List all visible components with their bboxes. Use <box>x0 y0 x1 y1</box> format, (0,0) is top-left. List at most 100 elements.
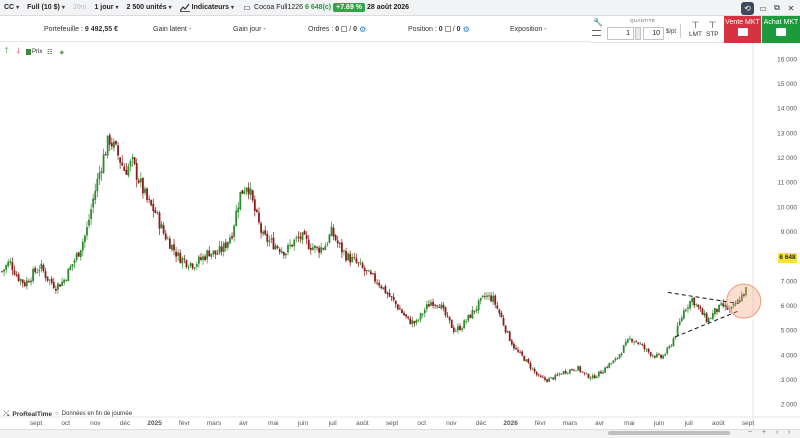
stp-label: STP <box>706 31 719 38</box>
zoom-in-icon[interactable]: + <box>762 429 766 436</box>
scroll-left-icon[interactable]: ‹ <box>776 429 778 436</box>
close-icon[interactable]: ✕ <box>786 3 796 13</box>
candle-body <box>597 371 600 377</box>
candle-body <box>229 237 231 244</box>
maximize-icon[interactable]: ⧉ <box>772 3 782 13</box>
chevron-down-icon: ▾ <box>231 5 235 11</box>
period-selector[interactable]: 1 jour ▾ <box>90 0 122 16</box>
candle-body <box>419 313 422 320</box>
candle-body <box>17 274 20 281</box>
candle-body <box>177 252 180 256</box>
candle-body <box>450 319 453 328</box>
scrollbar-thumb[interactable] <box>608 431 730 435</box>
candle-body <box>508 331 511 341</box>
candle-body <box>691 298 694 303</box>
quantity-input[interactable]: 1 <box>607 27 634 40</box>
size-input[interactable]: 10 <box>643 27 664 40</box>
day-gain-info: Gain jour - <box>233 16 266 42</box>
candle-body <box>461 328 463 330</box>
candle-body <box>369 271 372 274</box>
candle-body <box>378 282 381 286</box>
position-info[interactable]: Position : 0 / 0 ⚙ <box>408 16 470 42</box>
quantity-stepper[interactable] <box>635 27 641 40</box>
scroll-right-icon[interactable]: › <box>788 429 790 436</box>
candle-body <box>328 234 331 243</box>
instrument-info: ▭ Cocoa Full1226 6 648(c) +7.69 % 28 aoû… <box>238 0 413 16</box>
sell-market-button[interactable]: Vente MKT <box>724 16 761 43</box>
candle-body <box>46 276 49 281</box>
indicators-button[interactable]: Indicateurs ▾ <box>176 0 238 16</box>
lmt-button[interactable]: ⊤ LMT <box>689 20 702 38</box>
candle-body <box>415 320 418 323</box>
candle-body <box>575 370 577 372</box>
candle-body <box>376 282 379 284</box>
candle-body <box>191 263 194 269</box>
sync-icon[interactable]: ⟲ <box>741 1 754 15</box>
wrench-icon[interactable]: 🔧 <box>593 18 603 27</box>
candle-body <box>216 253 219 255</box>
candle-body <box>96 178 99 192</box>
candle-body <box>624 341 627 346</box>
candle-body <box>544 377 546 380</box>
position-value: 0 <box>438 25 443 33</box>
candle-body <box>28 281 30 283</box>
candle-body <box>714 308 716 314</box>
candle-body <box>477 300 480 310</box>
candle-body <box>231 236 233 239</box>
candle-body <box>88 219 90 226</box>
candle-body <box>135 162 138 180</box>
x-tick-label: 2025 <box>147 420 162 427</box>
x-tick-label: sept <box>30 420 42 427</box>
candle-body <box>361 263 364 268</box>
candle-body <box>645 348 648 350</box>
candle-body <box>465 321 468 322</box>
candle-body <box>1 271 3 273</box>
candle-body <box>160 224 163 229</box>
position-value-2: 0 <box>456 25 461 33</box>
candle-body <box>566 372 569 374</box>
candle-body <box>529 363 532 369</box>
candle-body <box>639 343 642 345</box>
candle-body <box>262 231 265 235</box>
last-price-tag: 6 648 <box>778 253 797 263</box>
candle-body <box>684 309 687 312</box>
candle-body <box>57 283 59 290</box>
candle-body <box>571 369 573 371</box>
candle-body <box>13 270 16 275</box>
candle-body <box>365 270 368 271</box>
candle-body <box>401 309 403 314</box>
gear-icon[interactable]: ⚙ <box>359 25 366 34</box>
candle-body <box>434 304 437 306</box>
x-tick-label: avr <box>595 420 605 427</box>
minimize-icon[interactable]: ▭ <box>758 3 768 13</box>
stp-button[interactable]: ⊤ STP <box>706 20 719 38</box>
y-tick-label: 14 000 <box>777 106 797 113</box>
prorealtime-logo-icon: ⤯ <box>3 409 10 418</box>
candle-body <box>610 363 613 364</box>
y-tick-label: 12 000 <box>777 155 797 162</box>
symbol-selector[interactable]: CC ▾ <box>0 0 23 16</box>
contract-selector[interactable]: Full (10 $) ▾ <box>23 0 69 16</box>
candle-body <box>347 253 349 261</box>
zoom-out-icon[interactable]: − <box>748 429 752 436</box>
candle-body <box>498 309 501 314</box>
gear-icon[interactable]: ⚙ <box>463 25 470 34</box>
units-selector[interactable]: 2 500 unités ▾ <box>123 0 176 16</box>
candle-body <box>44 271 47 278</box>
candle-body <box>322 248 325 250</box>
price-chart[interactable]: 16 000 15 000 14 000 13 000 12 000 11 000 10 0… <box>0 43 800 429</box>
highlight-circle <box>726 283 762 319</box>
buy-market-button[interactable]: Achat MKT <box>762 16 800 43</box>
lines-icon[interactable] <box>592 30 601 36</box>
candle-body <box>336 240 339 244</box>
latent-gain-value: - <box>188 25 192 33</box>
candle-body <box>602 372 604 374</box>
candle-body <box>67 268 70 282</box>
orders-info[interactable]: Ordres : 0 / 0 ⚙ <box>308 16 366 42</box>
x-tick-label: 2026 <box>503 420 518 427</box>
candle-body <box>550 377 553 379</box>
candle-body <box>388 292 391 297</box>
candle-body <box>102 154 105 173</box>
candle-body <box>127 166 130 176</box>
y-tick-label: 2 000 <box>781 402 798 409</box>
